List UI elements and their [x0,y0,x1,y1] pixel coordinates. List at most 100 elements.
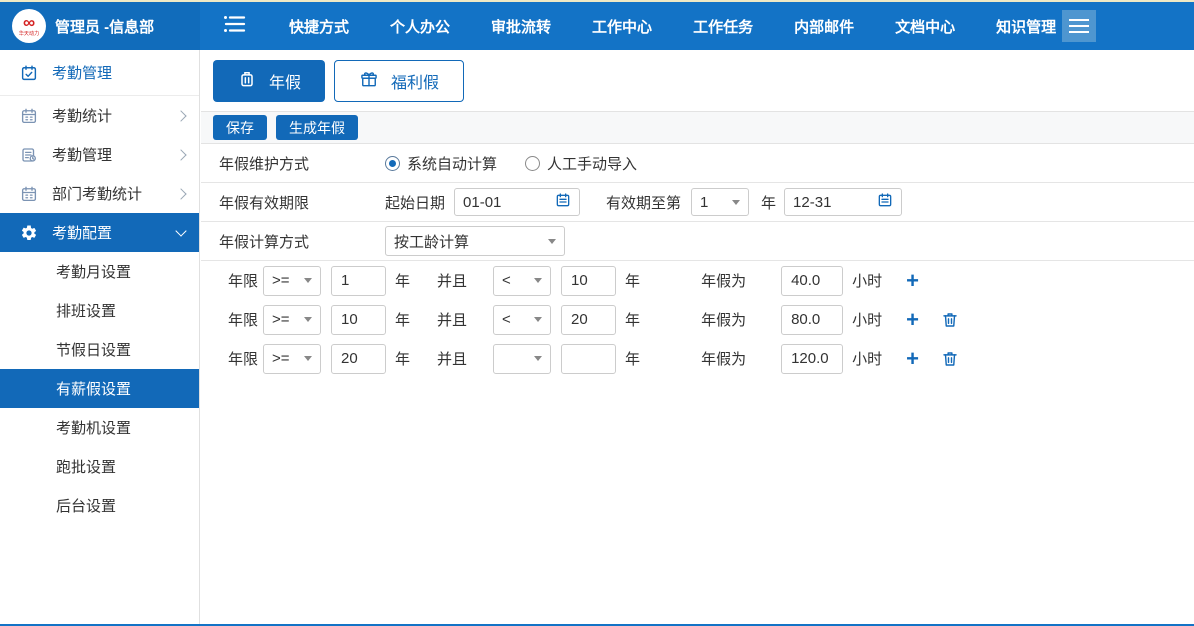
years-min-input[interactable] [331,344,386,374]
calendar-icon [20,107,38,125]
app-window: ∞ 华天动力 管理员 -信息部 快捷方式 个人办公 审批流转 工作中心 工作任务 [0,0,1194,626]
chevron-right-icon [175,188,186,199]
menu-item-personal[interactable]: 个人办公 [390,16,450,37]
radio-checked-icon[interactable] [385,156,400,171]
result-label: 年假为 [701,270,746,291]
chevron-right-icon [175,110,186,121]
limit-label: 年限 [228,348,258,369]
op2-select[interactable] [493,344,551,374]
chevron-down-icon [175,225,186,236]
tab-welfare-leave[interactable]: 福利假 [334,60,464,102]
top-menu: 快捷方式 个人办公 审批流转 工作中心 工作任务 内部邮件 文档中心 知识管理 [248,16,1056,37]
op1-select[interactable]: >= [263,305,321,335]
sidebar-item-attendance-stats[interactable]: 考勤统计 [0,96,199,135]
menu-item-knowledge[interactable]: 知识管理 [996,16,1056,37]
sidebar-item-label: 考勤配置 [52,222,177,243]
calendar-icon[interactable] [877,192,893,212]
delete-row-icon[interactable] [941,311,959,329]
op1-select[interactable]: >= [263,344,321,374]
menu-item-work-tasks[interactable]: 工作任务 [693,16,753,37]
radio-manual-import-label: 人工手动导入 [547,153,637,174]
radio-unchecked-icon[interactable] [525,156,540,171]
dropdown-arrow-icon [732,200,740,205]
dropdown-arrow-icon [534,278,542,283]
valid-until-year-select[interactable]: 1 [691,188,749,216]
limit-row-2: 年限 >= 年 并且 < 年 年假为 小时 + [201,300,1194,339]
sidebar-item-attendance-config[interactable]: 考勤配置 [0,213,199,252]
start-date-label: 起始日期 [385,192,445,213]
years-max-input[interactable] [561,344,616,374]
menu-item-shortcuts[interactable]: 快捷方式 [289,16,349,37]
main-content: 年假 福利假 保存 生成年假 年假维护方式 [201,50,1194,624]
add-row-icon[interactable]: + [906,348,919,370]
maintain-mode-row: 年假维护方式 系统自动计算 人工手动导入 [201,144,1194,183]
sidebar-subitem-paid-leave-settings[interactable]: 有薪假设置 [0,369,199,408]
sidebar-subitem-label: 有薪假设置 [56,378,131,399]
calc-mode-select[interactable]: 按工龄计算 [385,226,565,256]
add-row-icon[interactable]: + [906,309,919,331]
op2-select[interactable]: < [493,305,551,335]
op2-value: < [502,311,511,328]
sidebar-item-attendance-mgmt[interactable]: 考勤管理 [0,135,199,174]
calc-mode-value: 按工龄计算 [394,231,469,252]
sidebar-subitem-holiday-settings[interactable]: 节假日设置 [0,330,199,369]
year-unit-label: 年 [625,270,640,291]
brand-logo-text: 华天动力 [19,31,39,36]
hamburger-menu-button[interactable] [1062,10,1096,42]
years-max-input[interactable] [561,305,616,335]
radio-manual-import[interactable]: 人工手动导入 [525,153,637,174]
year-unit-label: 年 [625,348,640,369]
menu-item-document-center[interactable]: 文档中心 [895,16,955,37]
generate-annual-leave-button[interactable]: 生成年假 [276,115,358,140]
delete-row-icon[interactable] [941,350,959,368]
years-min-input[interactable] [331,266,386,296]
sidebar-subitem-label: 考勤月设置 [56,261,131,282]
validity-period-row: 年假有效期限 起始日期 01-01 有效期至第 1 年 [201,183,1194,222]
nav-list-icon[interactable] [222,14,248,39]
calc-mode-label: 年假计算方式 [219,231,385,252]
years-min-input[interactable] [331,305,386,335]
sidebar-subitem-batch-settings[interactable]: 跑批设置 [0,447,199,486]
start-date-input[interactable]: 01-01 [454,188,580,216]
menu-item-approval-flow[interactable]: 审批流转 [491,16,551,37]
calendar-icon[interactable] [555,192,571,212]
calendar-check-icon [20,64,38,82]
dropdown-arrow-icon [534,356,542,361]
hours-input[interactable] [781,344,843,374]
sidebar-subitem-label: 排班设置 [56,300,116,321]
and-label: 并且 [437,309,467,330]
sidebar-subitem-backend-settings[interactable]: 后台设置 [0,486,199,525]
save-button[interactable]: 保存 [213,115,267,140]
dropdown-arrow-icon [534,317,542,322]
and-label: 并且 [437,270,467,291]
sidebar-subitem-shift-settings[interactable]: 排班设置 [0,291,199,330]
hour-unit-label: 小时 [852,348,882,369]
hours-input[interactable] [781,266,843,296]
hours-input[interactable] [781,305,843,335]
sidebar-item-attendance-module[interactable]: 考勤管理 [0,50,199,96]
sidebar-subitem-label: 节假日设置 [56,339,131,360]
year-unit-label: 年 [395,270,410,291]
menu-item-internal-mail[interactable]: 内部邮件 [794,16,854,37]
brand-logo-symbol: ∞ [23,14,35,31]
sidebar-subitem-label: 跑批设置 [56,456,116,477]
op2-value: < [502,272,511,289]
sidebar-item-label: 考勤管理 [52,62,185,83]
calc-mode-row: 年假计算方式 按工龄计算 [201,222,1194,261]
tab-label: 年假 [269,69,301,93]
op1-select[interactable]: >= [263,266,321,296]
tab-annual-leave[interactable]: 年假 [213,60,325,102]
radio-auto-calc[interactable]: 系统自动计算 [385,153,497,174]
add-row-icon[interactable]: + [906,270,919,292]
sidebar-subitem-attendance-machine[interactable]: 考勤机设置 [0,408,199,447]
limit-row-1: 年限 >= 年 并且 < 年 年假为 小时 + [201,261,1194,300]
years-max-input[interactable] [561,266,616,296]
sidebar-item-label: 考勤管理 [52,144,177,165]
op2-select[interactable]: < [493,266,551,296]
end-date-input[interactable]: 12-31 [784,188,902,216]
sidebar-subitem-label: 考勤机设置 [56,417,131,438]
menu-item-work-center[interactable]: 工作中心 [592,16,652,37]
limit-label: 年限 [228,270,258,291]
sidebar-item-dept-attendance-stats[interactable]: 部门考勤统计 [0,174,199,213]
sidebar-subitem-month-settings[interactable]: 考勤月设置 [0,252,199,291]
